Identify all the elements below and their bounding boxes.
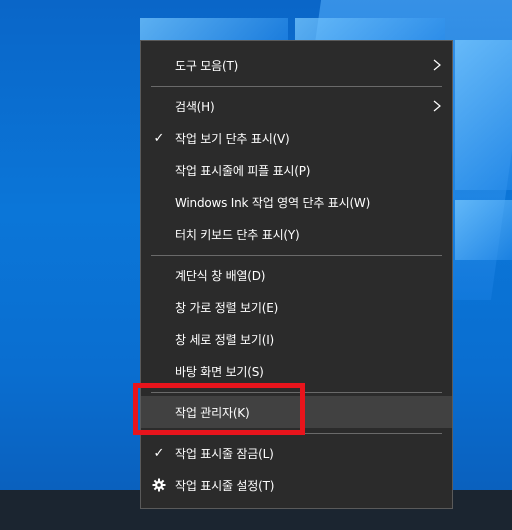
- menu-item-label: 작업 표시줄 잠금(L): [175, 446, 274, 461]
- taskbar-context-menu: 도구 모음(T) 검색(H) ✓ 작업 보기 단추 표시(V) 작업 표시줄에 …: [140, 40, 453, 509]
- menu-item-label: 창 가로 정렬 보기(E): [175, 300, 279, 315]
- menu-item-search[interactable]: 검색(H): [141, 90, 452, 122]
- wallpaper-windows-pane: [295, 18, 445, 40]
- menu-item-show-windows-ink[interactable]: Windows Ink 작업 영역 단추 표시(W): [141, 186, 452, 218]
- menu-item-label: 창 세로 정렬 보기(I): [175, 332, 275, 347]
- menu-separator: [151, 86, 442, 87]
- gear-icon: [152, 478, 166, 492]
- menu-item-taskbar-settings[interactable]: 작업 표시줄 설정(T): [141, 469, 452, 501]
- chevron-right-icon: [433, 59, 441, 71]
- task-manager-highlight-box: [133, 383, 305, 435]
- menu-item-lock-taskbar[interactable]: ✓ 작업 표시줄 잠금(L): [141, 437, 452, 469]
- chevron-right-icon: [433, 100, 441, 112]
- menu-item-label: Windows Ink 작업 영역 단추 표시(W): [175, 195, 371, 210]
- wallpaper-windows-pane: [140, 18, 288, 40]
- menu-item-label: 작업 표시줄 설정(T): [175, 478, 275, 493]
- menu-item-label: 바탕 화면 보기(S): [175, 364, 264, 379]
- menu-item-label: 터치 키보드 단추 표시(Y): [175, 227, 300, 242]
- menu-item-show-touch-keyboard[interactable]: 터치 키보드 단추 표시(Y): [141, 218, 452, 250]
- menu-item-label: 작업 표시줄에 피플 표시(P): [175, 163, 311, 178]
- menu-separator: [151, 255, 442, 256]
- menu-item-label: 검색(H): [175, 99, 215, 114]
- wallpaper-windows-pane: [455, 40, 512, 190]
- menu-item-label: 작업 보기 단추 표시(V): [175, 131, 290, 146]
- menu-item-cascade-windows[interactable]: 계단식 창 배열(D): [141, 259, 452, 291]
- menu-item-side-by-side-windows[interactable]: 창 세로 정렬 보기(I): [141, 323, 452, 355]
- menu-item-label: 계단식 창 배열(D): [175, 268, 266, 283]
- menu-item-stack-windows[interactable]: 창 가로 정렬 보기(E): [141, 291, 452, 323]
- check-icon: ✓: [153, 130, 165, 146]
- check-icon: ✓: [153, 445, 165, 461]
- menu-item-show-task-view-button[interactable]: ✓ 작업 보기 단추 표시(V): [141, 122, 452, 154]
- wallpaper-windows-pane: [455, 200, 512, 260]
- menu-item-show-people[interactable]: 작업 표시줄에 피플 표시(P): [141, 154, 452, 186]
- menu-item-label: 도구 모음(T): [175, 58, 239, 73]
- menu-item-toolbars[interactable]: 도구 모음(T): [141, 49, 452, 81]
